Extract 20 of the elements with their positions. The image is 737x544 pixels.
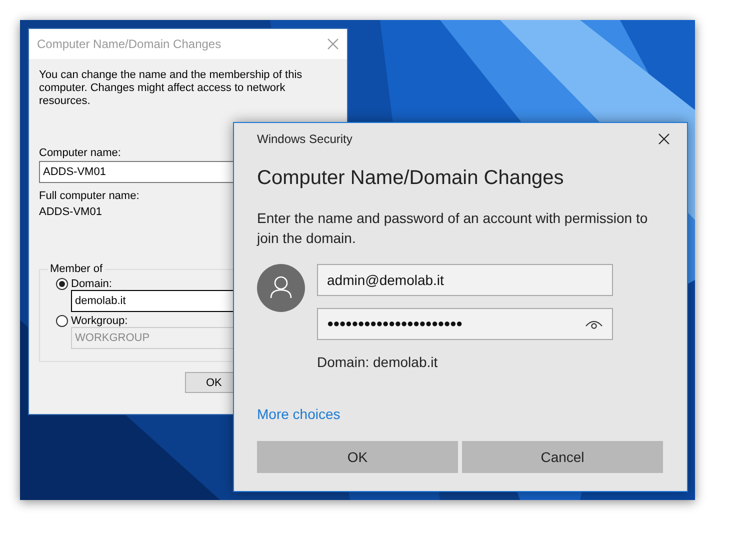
field-label: Full computer name: bbox=[39, 189, 140, 203]
window-title: Computer Name/Domain Changes bbox=[37, 37, 222, 51]
password-field[interactable]: ●●●●●●●●●●●●●●●●●●●●●● bbox=[317, 308, 613, 340]
username-field[interactable]: admin@demolab.it bbox=[317, 264, 613, 296]
window-caption: Windows Security bbox=[257, 132, 352, 146]
group-label: Member of bbox=[49, 263, 104, 275]
radio-label: Workgroup: bbox=[71, 315, 128, 327]
close-icon[interactable] bbox=[658, 133, 670, 145]
eye-icon[interactable] bbox=[585, 318, 603, 330]
more-choices-link[interactable]: More choices bbox=[257, 406, 340, 422]
ok-button[interactable]: OK bbox=[257, 441, 458, 473]
domain-text: Domain: demolab.it bbox=[317, 354, 438, 370]
radio-label: Domain: bbox=[71, 278, 112, 290]
user-avatar-icon bbox=[257, 264, 305, 312]
radio-button[interactable] bbox=[56, 278, 68, 290]
description-text: You can change the name and the membership of this computer. Changes might affect access to network resources. bbox=[39, 69, 304, 108]
cancel-button[interactable]: Cancel bbox=[462, 441, 663, 473]
field-label: Computer name: bbox=[39, 146, 121, 160]
full-computer-name: ADDS-VM01 bbox=[39, 205, 102, 219]
message-text: Enter the name and password of an account with permission to join the domain. bbox=[257, 209, 649, 248]
